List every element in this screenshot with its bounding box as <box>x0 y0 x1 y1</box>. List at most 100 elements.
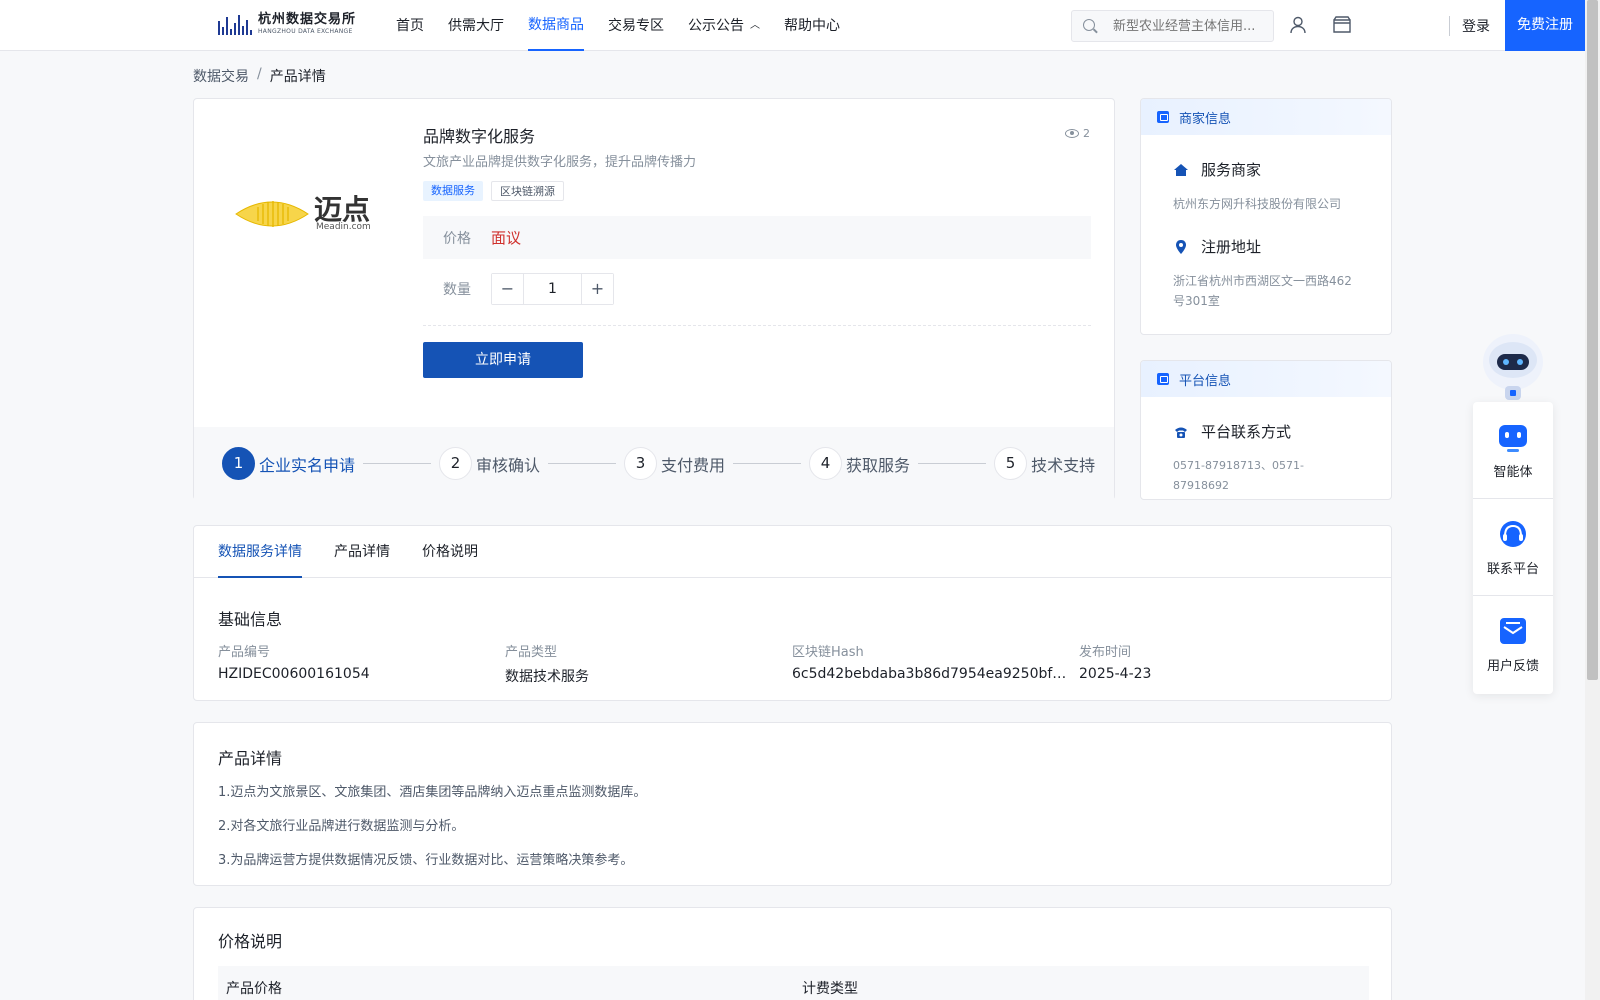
robot-mascot-icon[interactable] <box>1473 326 1553 402</box>
col-billing-type: 计费类型 <box>802 981 858 997</box>
detail-line-2: 2.对各文旅行业品牌进行数据监测与分析。 <box>218 819 465 834</box>
step-1: 1 企业实名申请 <box>222 447 355 480</box>
info-value: 2025-4-23 <box>1079 666 1152 682</box>
info-label: 产品类型 <box>505 645 558 660</box>
service-merchant-value: 杭州东方网升科技股份有限公司 <box>1173 197 1342 211</box>
step-connector <box>918 463 987 464</box>
nav-data-products-label: 数据商品 <box>528 16 584 33</box>
quantity-stepper: − 1 + <box>491 273 614 305</box>
tab-price-info[interactable]: 价格说明 <box>422 526 478 578</box>
platform-info-header: 平台信息 <box>1141 361 1391 397</box>
step-3: 3 支付费用 <box>624 447 725 480</box>
step-number: 4 <box>809 447 843 480</box>
plus-button[interactable]: + <box>582 274 613 304</box>
breadcrumb-current: 产品详情 <box>269 69 326 85</box>
info-publish-date: 发布时间 2025-4-23 <box>1079 644 1366 686</box>
step-number: 3 <box>624 447 658 480</box>
step-5: 5 技术支持 <box>994 447 1095 480</box>
step-2: 2 审核确认 <box>439 447 540 480</box>
product-title: 品牌数字化服务 <box>423 127 536 146</box>
store-icon <box>1157 111 1169 123</box>
service-merchant-label: 服务商家 <box>1201 161 1262 179</box>
minus-button[interactable]: − <box>492 274 523 304</box>
breadcrumb: 数据交易 / 产品详情 <box>193 66 326 86</box>
nav-trade-zone-label: 交易专区 <box>608 17 664 34</box>
info-value: 6c5d42bebdaba3b86d7954ea9250bf888c... <box>792 666 1067 682</box>
step-connector <box>733 463 802 464</box>
home-icon <box>1174 163 1188 176</box>
user-icon[interactable] <box>1288 15 1308 35</box>
step-connector <box>363 463 432 464</box>
service-details-card: 数据服务详情 产品详情 价格说明 基础信息 产品编号 HZIDEC0060016… <box>193 525 1392 701</box>
view-count: 2 <box>1065 127 1090 140</box>
price-value: 面议 <box>491 229 522 247</box>
basic-info-title: 基础信息 <box>218 610 283 629</box>
nav-help-center[interactable]: 帮助中心 <box>784 0 840 51</box>
tag-blockchain: 区块链溯源 <box>491 181 564 201</box>
product-logo: 迈点 Meadin.com <box>234 193 384 244</box>
breadcrumb-parent[interactable]: 数据交易 <box>193 66 249 86</box>
platform-info-card: 平台信息 平台联系方式 0571-87918713、0571-87918692 <box>1140 360 1392 500</box>
chevron-up-icon: ︿ <box>750 19 760 31</box>
address-section: 注册地址 浙江省杭州市西湖区文一西路462号301室 <box>1141 236 1391 311</box>
quantity-label: 数量 <box>443 282 471 298</box>
tab-product-details[interactable]: 产品详情 <box>334 526 390 578</box>
nav-home[interactable]: 首页 <box>396 0 424 51</box>
phone-icon <box>1175 427 1187 438</box>
price-table-header: 产品价格 计费类型 <box>218 966 1369 1000</box>
info-label: 区块链Hash <box>792 645 864 660</box>
nav-supply-demand[interactable]: 供需大厅 <box>448 0 504 51</box>
float-agent[interactable]: 智能体 <box>1473 402 1553 499</box>
info-product-id: 产品编号 HZIDEC00600161054 <box>218 644 505 686</box>
step-label: 获取服务 <box>846 455 911 475</box>
merchant-info-header: 商家信息 <box>1141 99 1391 135</box>
platform-contact-section: 平台联系方式 0571-87918713、0571-87918692 <box>1141 421 1391 496</box>
float-contact-label: 联系平台 <box>1486 561 1539 577</box>
nav-help-center-label: 帮助中心 <box>784 17 840 34</box>
detail-tabs: 数据服务详情 产品详情 价格说明 <box>194 526 1391 578</box>
float-agent-label: 智能体 <box>1493 464 1533 480</box>
divider <box>423 325 1091 326</box>
search-icon[interactable] <box>1072 11 1103 41</box>
info-product-type: 产品类型 数据技术服务 <box>505 644 792 686</box>
product-subtitle: 文旅产业品牌提供数字化服务，提升品牌传播力 <box>423 155 697 170</box>
product-details-card: 产品详情 1.迈点为文旅景区、文旅集团、酒店集团等品牌纳入迈点重点监测数据库。 … <box>193 722 1392 886</box>
step-label: 支付费用 <box>661 455 726 475</box>
info-value: HZIDEC00600161054 <box>218 666 370 682</box>
quantity-input[interactable]: 1 <box>523 274 582 304</box>
step-number: 2 <box>439 447 473 480</box>
nav-announcements[interactable]: 公示公告 ︿ <box>688 0 760 51</box>
search-input[interactable] <box>1113 12 1273 40</box>
page-scrollbar[interactable] <box>1585 0 1600 1000</box>
scrollbar-thumb[interactable] <box>1587 0 1598 680</box>
merchant-info-card: 商家信息 服务商家 杭州东方网升科技股份有限公司 注册地址 浙江省杭州市西湖区文… <box>1140 98 1392 335</box>
tab-service-details[interactable]: 数据服务详情 <box>218 526 302 578</box>
quantity-row: 数量 − 1 + <box>423 271 1091 307</box>
shop-icon[interactable] <box>1332 15 1352 35</box>
step-number: 5 <box>994 447 1028 480</box>
nav-announcements-label: 公示公告 <box>688 17 744 34</box>
product-tags: 数据服务 区块链溯源 <box>423 181 572 201</box>
address-value: 浙江省杭州市西湖区文一西路462号301室 <box>1173 274 1352 308</box>
float-feedback[interactable]: 用户反馈 <box>1473 596 1553 693</box>
service-merchant-section: 服务商家 杭州东方网升科技股份有限公司 <box>1141 159 1391 214</box>
login-link[interactable]: 登录 <box>1462 16 1490 36</box>
float-contact[interactable]: 联系平台 <box>1473 499 1553 596</box>
feedback-icon <box>1500 618 1526 644</box>
col-product-price: 产品价格 <box>226 981 282 997</box>
search-box <box>1071 10 1274 42</box>
product-logo-en: Meadin.com <box>316 222 371 232</box>
apply-button[interactable]: 立即申请 <box>423 342 583 378</box>
header-divider <box>1449 16 1450 36</box>
site-logo[interactable]: 杭州数据交易所 HANGZHOU DATA EXCHANGE <box>218 12 356 36</box>
price-row: 价格 面议 <box>423 216 1091 259</box>
register-button[interactable]: 免费注册 <box>1505 0 1585 51</box>
basic-info-grid: 产品编号 HZIDEC00600161054 产品类型 数据技术服务 区块链Ha… <box>218 644 1366 686</box>
nav-data-products[interactable]: 数据商品 <box>528 0 584 51</box>
nav-trade-zone[interactable]: 交易专区 <box>608 0 664 51</box>
info-label: 产品编号 <box>218 645 271 660</box>
price-info-card: 价格说明 产品价格 计费类型 <box>193 907 1392 1000</box>
breadcrumb-separator: / <box>257 66 262 82</box>
detail-line-3: 3.为品牌运营方提供数据情况反馈、行业数据对比、运营策略决策参考。 <box>218 853 634 868</box>
platform-contact-label: 平台联系方式 <box>1201 423 1292 441</box>
